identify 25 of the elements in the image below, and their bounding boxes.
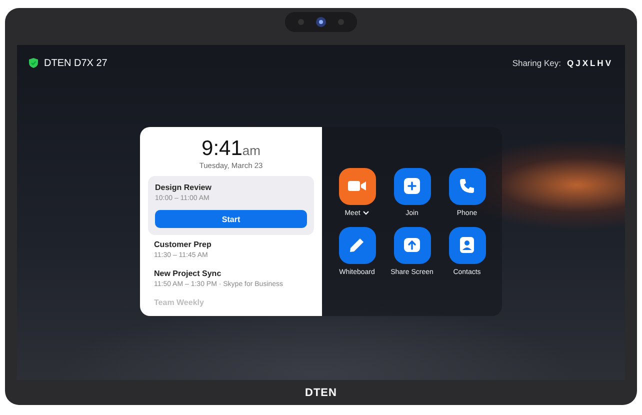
meeting-title: New Project Sync: [154, 269, 222, 278]
phone-icon: [459, 178, 475, 194]
chevron-down-icon[interactable]: [363, 211, 370, 215]
pencil-icon: [349, 237, 365, 253]
meet-app-button[interactable]: [338, 168, 376, 204]
upload-icon: [404, 237, 420, 253]
clock-time: 9:41: [202, 137, 242, 161]
clock-period: am: [242, 143, 260, 158]
shield-check-icon: [29, 58, 38, 68]
whiteboard-app-button[interactable]: [338, 226, 376, 264]
brand-logo: DTEN: [305, 386, 337, 398]
start-button[interactable]: Start: [155, 210, 307, 228]
sharing-key: QJXLHV: [566, 58, 613, 68]
meeting-title: Customer Prep: [154, 240, 212, 249]
device-name: DTEN D7X 27: [44, 58, 108, 68]
share-app-button[interactable]: [394, 226, 430, 264]
join-app-button[interactable]: [394, 168, 430, 204]
meeting-title: Team Weekly: [154, 298, 205, 307]
contact-card-icon: [460, 237, 474, 253]
contacts-app-button[interactable]: [448, 226, 486, 264]
meeting-title: Design Review: [155, 183, 212, 192]
plus-icon: [404, 178, 420, 194]
phone-app-button[interactable]: [448, 168, 486, 204]
video-camera-icon: [348, 180, 366, 192]
sharing-key-label: Sharing Key:: [512, 58, 561, 68]
